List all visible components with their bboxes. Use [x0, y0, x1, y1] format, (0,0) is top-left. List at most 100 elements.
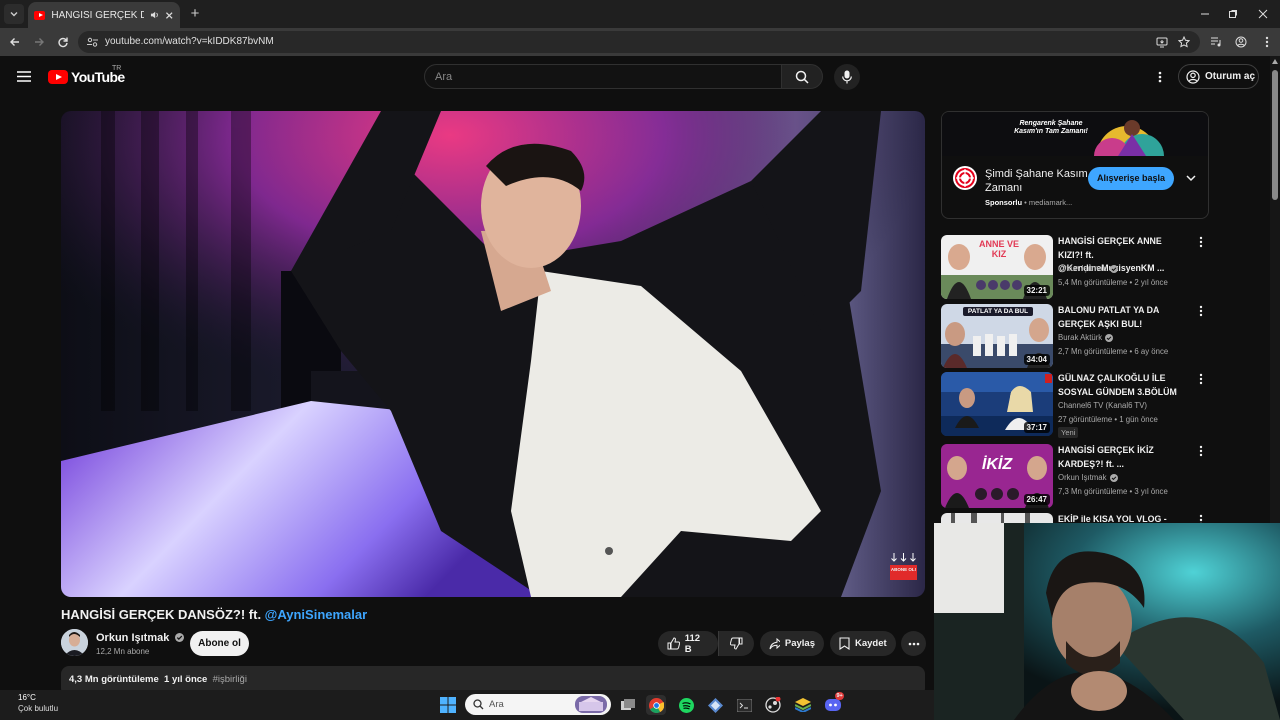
search-input[interactable]: Ara: [424, 64, 782, 89]
hashtag-link[interactable]: #işbirliği: [213, 674, 247, 685]
voice-search-button[interactable]: [834, 64, 860, 90]
active-tab[interactable]: HANGİSİ GERÇEK DANSÖZ?! ft.: [28, 2, 180, 28]
search-icon: [795, 70, 809, 84]
thumbs-down-icon: [730, 637, 743, 650]
profile-button[interactable]: [1232, 33, 1250, 51]
recommendation-item[interactable]: PATLAT YA DA BUL 34:04 BALONU PATLAT YA …: [941, 304, 1221, 368]
weather-temperature: 16°C: [18, 693, 36, 702]
more-options-icon[interactable]: [1199, 373, 1207, 387]
app-taskbar-button[interactable]: [705, 695, 725, 715]
ad-banner[interactable]: Rengarenk Şahane Kasım'ın Tam Zamanı!: [942, 112, 1208, 156]
media-icon: [1211, 37, 1221, 47]
signin-button[interactable]: Oturum aç: [1178, 64, 1259, 89]
view-count: 4,3 Mn görüntüleme: [69, 674, 159, 685]
like-button[interactable]: 112 B: [658, 631, 718, 656]
weather-description: Çok bulutlu: [18, 704, 59, 713]
video-player[interactable]: ABONE OL!: [61, 111, 925, 597]
recommendation-item[interactable]: 37:17 GÜLNAZ ÇALIKOĞLU İLE SOSYAL GÜNDEM…: [941, 372, 1221, 438]
speaker-icon[interactable]: [150, 10, 159, 20]
youtube-header: YouTube TR Ara Oturum aç: [0, 56, 1270, 98]
address-bar[interactable]: youtube.com/watch?v=kIDDK87bvNM: [78, 31, 1200, 53]
bookmark-star-icon[interactable]: [1178, 36, 1190, 48]
more-actions-button[interactable]: [901, 631, 926, 656]
thumbnail-text: ANNE VE KIZ: [979, 239, 1020, 259]
discord-taskbar-button[interactable]: 9+: [823, 692, 845, 715]
recommendation-item[interactable]: İKİZ 26:47 HANGİSİ GERÇEK İKİZ KARDEŞ?! …: [941, 444, 1221, 508]
browser-menu-button[interactable]: [1258, 33, 1276, 51]
reload-button[interactable]: [54, 33, 72, 51]
signin-label: Oturum aç: [1205, 71, 1256, 82]
video-thumbnail[interactable]: ANNE VE KIZ 32:21: [941, 235, 1053, 299]
share-button[interactable]: Paylaş: [760, 631, 824, 656]
subscribe-overlay[interactable]: ABONE OL!: [890, 552, 917, 580]
video-thumbnail[interactable]: 37:17: [941, 372, 1053, 436]
subscribe-button[interactable]: Abone ol: [190, 631, 249, 656]
media-controls-button[interactable]: [1207, 33, 1225, 51]
sponsored-ad-card[interactable]: Rengarenk Şahane Kasım'ın Tam Zamanı! Şi…: [941, 111, 1209, 219]
video-duration: 26:47: [1023, 494, 1050, 505]
scroll-up-arrow-icon[interactable]: [1272, 59, 1278, 64]
taskbar-search-placeholder: Ara: [489, 699, 504, 710]
verified-icon: [1109, 473, 1118, 482]
more-options-icon[interactable]: [1199, 236, 1207, 250]
spotify-icon: [678, 697, 694, 713]
obs-taskbar-button[interactable]: [734, 695, 754, 715]
channel-avatar[interactable]: [61, 629, 88, 656]
close-tab-icon[interactable]: [165, 11, 174, 20]
channel-name[interactable]: Orkun Işıtmak: [96, 632, 185, 644]
start-button[interactable]: [438, 695, 458, 715]
channel-name[interactable]: Orkun Işıtmak: [1058, 473, 1118, 482]
video-title[interactable]: HANGİSİ GERÇEK İKİZ KARDEŞ?! ft. ...: [1058, 444, 1188, 471]
microphone-icon: [842, 70, 852, 84]
tab-search-button[interactable]: [4, 4, 24, 24]
chevron-down-icon[interactable]: [1186, 175, 1196, 182]
settings-kebab-icon[interactable]: [1158, 71, 1162, 83]
channel-name-text: Orkun Işıtmak: [96, 632, 170, 644]
dislike-button[interactable]: [718, 631, 754, 656]
stack-taskbar-button[interactable]: [793, 695, 813, 715]
video-title[interactable]: BALONU PATLAT YA DA GERÇEK AŞKI BUL!: [1058, 304, 1188, 331]
youtube-logo[interactable]: YouTube TR: [48, 65, 125, 85]
video-thumbnail[interactable]: İKİZ 26:47: [941, 444, 1053, 508]
channel-name[interactable]: Burak Aktürk: [1058, 333, 1114, 342]
new-tab-button[interactable]: +: [186, 5, 204, 23]
scrollbar-thumb[interactable]: [1272, 70, 1278, 200]
save-label: Kaydet: [855, 638, 887, 649]
channel-name-text: Orkun Işıtmak: [1058, 264, 1107, 273]
hamburger-menu-icon[interactable]: [17, 71, 31, 82]
layers-icon: [795, 698, 811, 712]
search-button[interactable]: [781, 64, 823, 89]
chrome-taskbar-button[interactable]: [646, 695, 666, 715]
country-code: TR: [112, 65, 122, 72]
ad-headline[interactable]: Şimdi Şahane Kasım Zamanı: [985, 167, 1095, 195]
recommendation-item[interactable]: ANNE VE KIZ 32:21 HANGİSİ GERÇEK ANNE KI…: [941, 235, 1221, 299]
forward-button[interactable]: [30, 33, 48, 51]
more-options-icon[interactable]: [1199, 445, 1207, 459]
spotify-taskbar-button[interactable]: [676, 695, 696, 715]
browser-toolbar: youtube.com/watch?v=kIDDK87bvNM: [0, 28, 1280, 56]
notification-badge: 9+: [835, 692, 845, 700]
subscribe-overlay-label: ABONE OL!: [890, 565, 917, 580]
more-options-icon[interactable]: [1199, 305, 1207, 319]
game-taskbar-button[interactable]: [763, 695, 783, 715]
restore-button[interactable]: [1224, 5, 1242, 23]
video-thumbnail[interactable]: PATLAT YA DA BUL 34:04: [941, 304, 1053, 368]
minimize-button[interactable]: [1196, 5, 1214, 23]
video-duration: 37:17: [1023, 422, 1050, 433]
channel-name[interactable]: Orkun Işıtmak: [1058, 264, 1118, 273]
thumbs-up-icon: [667, 637, 680, 650]
site-info-icon[interactable]: [87, 37, 98, 47]
install-app-icon[interactable]: [1156, 36, 1168, 48]
webcam-feed: [934, 523, 1280, 720]
steam-icon: [765, 697, 781, 713]
ad-cta-button[interactable]: Alışverişe başla: [1088, 167, 1174, 190]
close-window-button[interactable]: [1254, 5, 1272, 23]
save-button[interactable]: Kaydet: [830, 631, 896, 656]
back-button[interactable]: [6, 33, 24, 51]
verified-icon: [1105, 333, 1114, 342]
video-title-mention[interactable]: @AyniSinemalar: [265, 607, 368, 622]
channel-name[interactable]: Channel6 TV (Kanal6 TV): [1058, 401, 1147, 410]
taskbar-search-input[interactable]: Ara: [465, 694, 611, 715]
task-view-button[interactable]: [618, 695, 638, 715]
video-title[interactable]: GÜLNAZ ÇALIKOĞLU İLE SOSYAL GÜNDEM 3.BÖL…: [1058, 372, 1188, 399]
